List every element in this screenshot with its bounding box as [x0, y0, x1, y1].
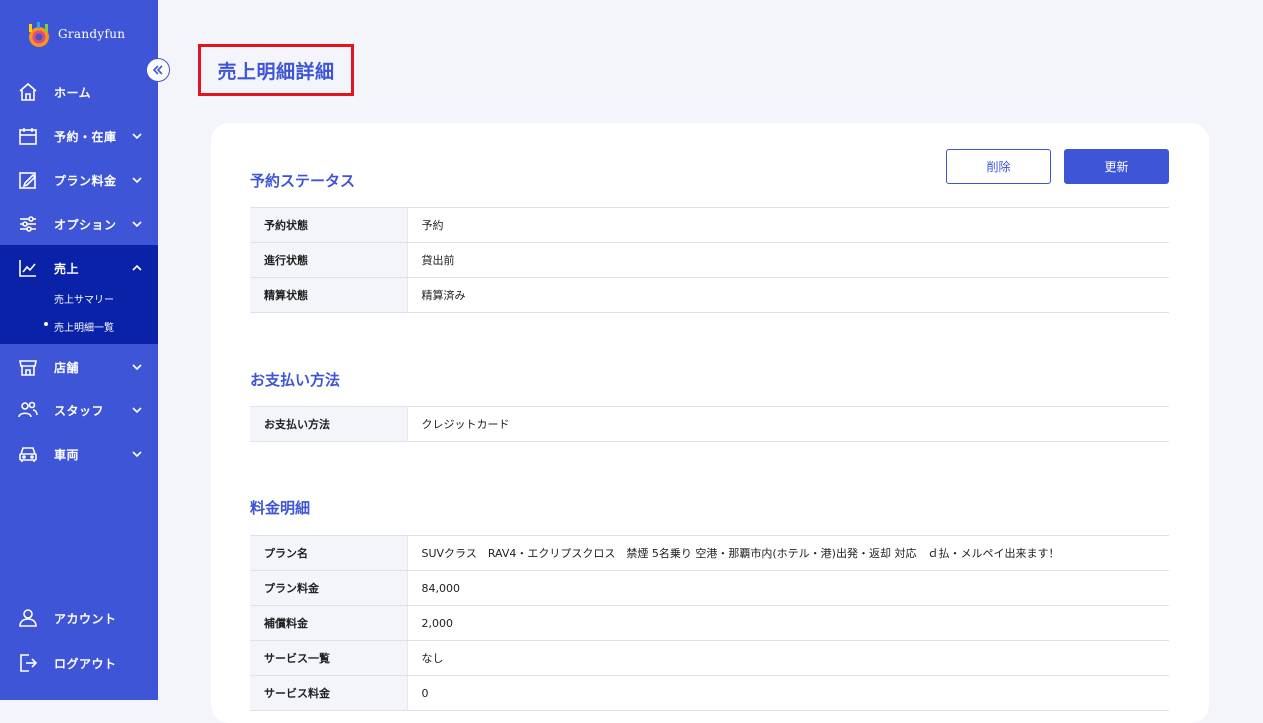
- row-key: お支払い方法: [250, 406, 408, 442]
- chart-line-icon: [19, 260, 36, 277]
- store-icon: [19, 360, 37, 376]
- row-value: 貸出前: [407, 242, 1169, 278]
- chevron-down-icon: [132, 221, 142, 228]
- sliders-icon: [20, 216, 36, 232]
- row-key: プラン名: [250, 535, 408, 571]
- sidebar-item-label: 売上: [54, 261, 80, 276]
- sidebar-item-home[interactable]: ホーム: [0, 74, 158, 110]
- table-row: お支払い方法 クレジットカード: [250, 406, 1169, 442]
- sidebar-item-reservation[interactable]: 予約・在庫: [0, 118, 158, 154]
- sidebar-item-label: アカウント: [54, 611, 117, 626]
- sidebar-item-label: 予約・在庫: [54, 129, 117, 144]
- table-row: 補償料金 2,000: [250, 605, 1169, 641]
- row-key: プラン料金: [250, 570, 408, 606]
- calendar-icon: [19, 128, 37, 145]
- sidebar-collapse-button[interactable]: [146, 58, 170, 82]
- sidebar-item-plan-fee[interactable]: プラン料金: [0, 162, 158, 198]
- sidebar-item-logout[interactable]: ログアウト: [0, 645, 158, 681]
- table-row: 予約状態 予約: [250, 207, 1169, 243]
- page-title: 売上明細詳細: [198, 44, 354, 96]
- update-button[interactable]: 更新: [1064, 149, 1169, 184]
- table-row: サービス料金 0: [250, 675, 1169, 711]
- app-logo[interactable]: Grandyfun: [24, 18, 125, 50]
- sidebar-item-sales[interactable]: 売上: [0, 250, 158, 286]
- table-row: プラン料金 84,000: [250, 570, 1169, 606]
- payment-method-table: お支払い方法 クレジットカード: [250, 406, 1169, 442]
- row-value: 0: [407, 675, 1169, 711]
- chevron-down-icon: [132, 177, 142, 184]
- chevron-down-icon: [132, 451, 142, 458]
- sidebar-item-account[interactable]: アカウント: [0, 600, 158, 636]
- logo-text: Grandyfun: [58, 27, 126, 41]
- sidebar: Grandyfun ホーム 予約・在庫 プラン料金 オプション 売上 売上サマリ…: [0, 0, 158, 700]
- sidebar-subitem-sales-summary[interactable]: 売上サマリー: [54, 291, 114, 306]
- row-value: 2,000: [407, 605, 1169, 641]
- edit-icon: [19, 172, 37, 189]
- chevron-down-icon: [132, 407, 142, 414]
- sidebar-item-staff[interactable]: スタッフ: [0, 392, 158, 428]
- sidebar-item-label: ログアウト: [54, 656, 117, 671]
- reservation-status-table: 予約状態 予約 進行状態 貸出前 精算状態 精算済み: [250, 207, 1169, 313]
- row-value: 84,000: [407, 570, 1169, 606]
- delete-button[interactable]: 削除: [946, 149, 1051, 184]
- sidebar-subitem-sales-details[interactable]: 売上明細一覧: [54, 319, 114, 334]
- sidebar-item-label: スタッフ: [54, 403, 105, 418]
- home-icon: [19, 82, 37, 101]
- chevron-up-icon: [132, 264, 142, 271]
- row-value: SUVクラス RAV4・エクリプスクロス 禁煙 5名乗り 空港・那覇市内(ホテル…: [407, 535, 1169, 571]
- chevrons-left-icon: [152, 65, 163, 75]
- chevron-down-icon: [132, 364, 142, 371]
- section-title-reservation-status: 予約ステータス: [250, 172, 356, 190]
- row-key: 予約状態: [250, 207, 408, 243]
- section-title-fee-details: 料金明細: [250, 499, 311, 517]
- logout-icon: [20, 654, 38, 672]
- chevron-down-icon: [132, 133, 142, 140]
- sidebar-item-vehicle[interactable]: 車両: [0, 436, 158, 472]
- table-row: 精算状態 精算済み: [250, 277, 1169, 313]
- sidebar-item-label: ホーム: [54, 85, 92, 100]
- row-key: サービス一覧: [250, 640, 408, 676]
- users-icon: [18, 401, 38, 418]
- row-key: サービス料金: [250, 675, 408, 711]
- table-row: 進行状態 貸出前: [250, 242, 1169, 278]
- sidebar-item-options[interactable]: オプション: [0, 206, 158, 242]
- sidebar-item-label: 車両: [54, 447, 80, 462]
- row-key: 進行状態: [250, 242, 408, 278]
- row-key: 精算状態: [250, 277, 408, 313]
- section-title-payment-method: お支払い方法: [250, 371, 341, 389]
- row-value: 精算済み: [407, 277, 1169, 313]
- table-row: プラン名 SUVクラス RAV4・エクリプスクロス 禁煙 5名乗り 空港・那覇市…: [250, 535, 1169, 571]
- row-key: 補償料金: [250, 605, 408, 641]
- row-value: クレジットカード: [407, 406, 1169, 442]
- row-value: 予約: [407, 207, 1169, 243]
- car-icon: [19, 447, 37, 462]
- row-value: なし: [407, 640, 1169, 676]
- logo-icon: [29, 22, 49, 47]
- sidebar-item-store[interactable]: 店舗: [0, 349, 158, 385]
- sidebar-item-label: オプション: [54, 217, 117, 232]
- sidebar-item-label: 店舗: [54, 360, 80, 375]
- sidebar-item-label: プラン料金: [54, 173, 117, 188]
- table-row: サービス一覧 なし: [250, 640, 1169, 676]
- active-dot: [44, 322, 48, 326]
- user-icon: [19, 609, 37, 627]
- fee-details-table: プラン名 SUVクラス RAV4・エクリプスクロス 禁煙 5名乗り 空港・那覇市…: [250, 535, 1169, 711]
